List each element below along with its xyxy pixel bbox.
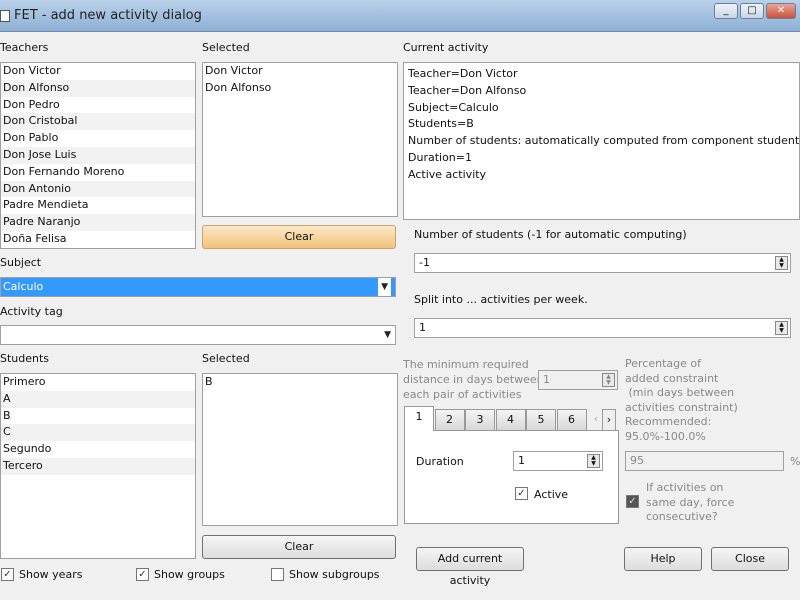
list-item[interactable]: B xyxy=(203,374,397,391)
tab-panel xyxy=(404,430,619,524)
duration-label: Duration xyxy=(416,455,464,468)
list-item: Active activity xyxy=(408,167,487,181)
duration-value: 1 xyxy=(518,454,525,467)
close-button[interactable]: Close xyxy=(711,547,789,571)
list-item[interactable]: Don Fernando Moreno xyxy=(1,164,195,181)
min-days-value: 1 xyxy=(543,373,550,386)
show-groups-checkbox[interactable]: ✓ xyxy=(136,568,149,581)
tab-scroll-right-icon[interactable]: › xyxy=(602,409,616,431)
subject-combo[interactable]: Calculo ▼ xyxy=(0,277,396,297)
list-item[interactable]: Don Pedro xyxy=(1,97,195,114)
active-checkbox[interactable]: ✓ xyxy=(515,487,528,500)
tab-1[interactable]: 1 xyxy=(404,406,434,431)
show-years-label: Show years xyxy=(19,568,83,581)
list-item[interactable]: Don Antonio xyxy=(1,180,195,198)
min-days-spinbox[interactable]: 1 ▲ ▼ xyxy=(538,370,618,390)
list-item: Students=B xyxy=(408,117,474,131)
current-activity-label: Current activity xyxy=(403,41,489,54)
chevron-down-icon: ▼ xyxy=(378,278,391,296)
activity-tag-label: Activity tag xyxy=(0,305,63,318)
tab-2[interactable]: 2 xyxy=(434,409,465,431)
duration-spinbox[interactable]: 1 ▲ ▼ xyxy=(513,451,603,471)
clear-students-button[interactable]: Clear xyxy=(202,535,396,559)
list-item[interactable]: Don Jose Luis xyxy=(1,146,195,164)
list-item[interactable]: Padre Mendieta xyxy=(1,197,195,214)
list-item: Duration=1 xyxy=(408,150,472,164)
percentage-label: Percentage of added constraint (min days … xyxy=(625,357,738,443)
tab-5[interactable]: 5 xyxy=(526,409,556,431)
maximize-button[interactable]: □ xyxy=(740,3,764,19)
list-item[interactable]: Don Pablo xyxy=(1,130,195,147)
min-days-label: The minimum required distance in days bet… xyxy=(403,358,544,401)
list-item: Subject=Calculo xyxy=(408,100,499,114)
list-item[interactable]: C xyxy=(1,424,195,442)
selected-students-label: Selected xyxy=(202,352,250,365)
minimize-button[interactable]: _ xyxy=(714,3,738,19)
tab-scroll-left-icon[interactable]: ‹ xyxy=(590,409,602,431)
list-item: Teacher=Don Alfonso xyxy=(408,83,527,97)
list-item: Teacher=Don Victor xyxy=(408,67,518,80)
show-years-checkbox[interactable]: ✓ xyxy=(1,568,14,581)
show-subgroups-label: Show subgroups xyxy=(289,568,380,581)
num-students-spinbox[interactable]: -1 ▲ ▼ xyxy=(414,253,791,273)
chevron-down-icon: ▼ xyxy=(384,330,391,340)
spin-arrows-icon[interactable]: ▲ ▼ xyxy=(602,373,615,387)
list-item[interactable]: Don Victor xyxy=(203,63,397,80)
percentage-input[interactable]: 95 xyxy=(625,451,784,471)
selected-teachers-label: Selected xyxy=(202,41,250,54)
subject-label: Subject xyxy=(0,256,42,269)
close-window-button[interactable]: ✕ xyxy=(766,3,796,19)
selected-teachers-list[interactable]: Don Victor Don Alfonso xyxy=(202,62,398,217)
num-students-label: Number of students (-1 for automatic com… xyxy=(414,228,687,241)
list-item[interactable]: A xyxy=(1,390,195,408)
students-list[interactable]: Primero A B C Segundo Tercero xyxy=(0,373,196,559)
show-subgroups-checkbox[interactable] xyxy=(271,568,284,581)
list-item: Number of students: automatically comput… xyxy=(408,134,800,148)
list-item[interactable]: Padre Naranjo xyxy=(1,214,195,231)
list-item[interactable]: Don Cristobal xyxy=(1,113,195,131)
list-item[interactable]: Don Alfonso xyxy=(1,79,195,97)
split-value: 1 xyxy=(419,321,426,334)
spin-arrows-icon[interactable]: ▲ ▼ xyxy=(775,256,788,270)
spin-arrows-icon[interactable]: ▲ ▼ xyxy=(587,454,600,468)
activity-tag-combo[interactable]: ▼ xyxy=(0,325,396,345)
add-current-activity-button[interactable]: Add current activity xyxy=(416,547,524,587)
subject-value: Calculo xyxy=(3,280,44,293)
current-activity-text: Teacher=Don Victor Teacher=Don Alfonso Sub… xyxy=(403,62,800,220)
clear-teachers-button[interactable]: Clear xyxy=(202,225,396,249)
list-item[interactable]: Don Victor xyxy=(1,63,195,80)
tab-3[interactable]: 3 xyxy=(465,409,495,431)
window-title: FET - add new activity dialog xyxy=(14,8,202,23)
force-consecutive-label: If activities on same day, force consecuti… xyxy=(646,481,735,524)
split-spinbox[interactable]: 1 ▲ ▼ xyxy=(414,318,791,338)
list-item[interactable]: B xyxy=(1,408,195,425)
percentage-value: 95 xyxy=(630,454,644,467)
teachers-list[interactable]: Don Victor Don Alfonso Don Pedro Don Cristo… xyxy=(0,62,196,249)
split-label: Split into ... activities per week. xyxy=(414,293,588,306)
list-item[interactable]: Doña Felisa xyxy=(1,231,195,248)
list-item[interactable]: Don Alfonso xyxy=(203,80,397,97)
spin-arrows-icon[interactable]: ▲ ▼ xyxy=(775,321,788,335)
help-button[interactable]: Help xyxy=(624,547,702,571)
tab-4[interactable]: 4 xyxy=(495,409,526,431)
list-item[interactable]: Primero xyxy=(1,374,195,391)
active-label: Active xyxy=(534,488,569,501)
students-label: Students xyxy=(0,352,50,365)
teachers-label: Teachers xyxy=(0,41,49,54)
percent-sign: % xyxy=(790,455,800,468)
tab-6[interactable]: 6 xyxy=(556,409,587,431)
selected-students-list[interactable]: B xyxy=(202,373,398,526)
num-students-value: -1 xyxy=(419,256,430,269)
list-item[interactable]: Segundo xyxy=(1,441,195,458)
list-item[interactable]: Tercero xyxy=(1,457,195,475)
show-groups-label: Show groups xyxy=(154,568,225,581)
force-consecutive-checkbox[interactable]: ✓ xyxy=(626,495,639,508)
app-icon xyxy=(0,10,10,22)
